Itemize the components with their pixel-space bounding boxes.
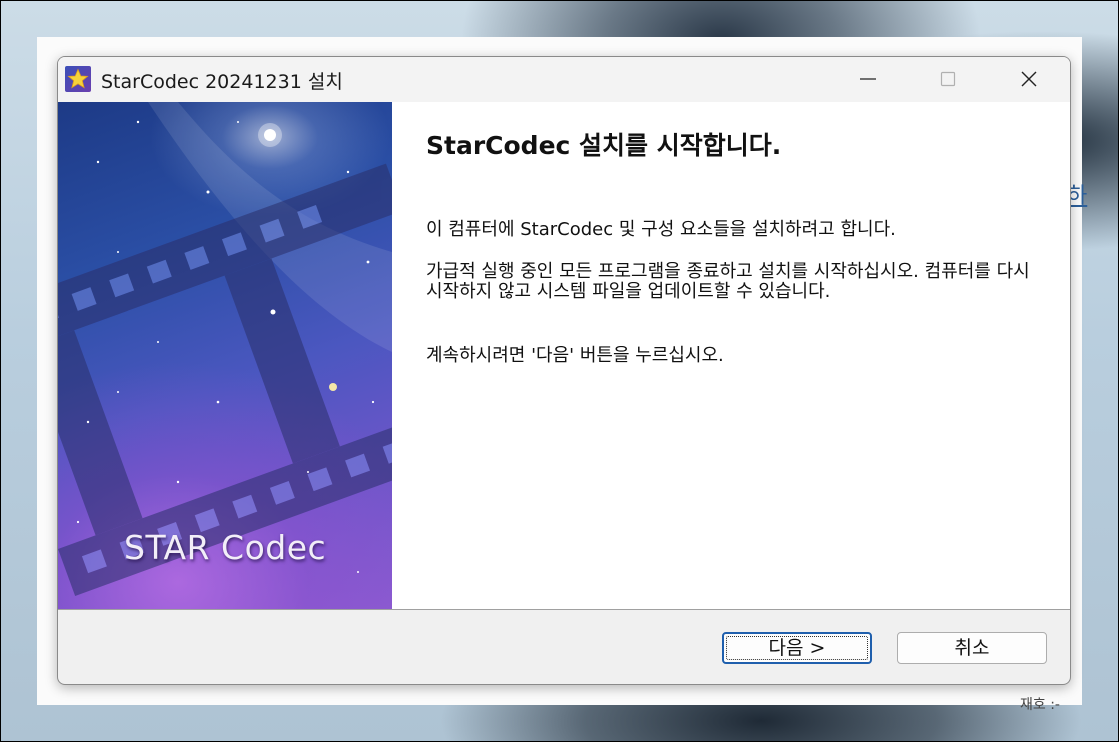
cancel-button-label: 취소 xyxy=(954,637,990,659)
cancel-button[interactable]: 취소 xyxy=(897,632,1047,664)
instruction-paragraph: 가급적 실행 중인 모든 프로그램을 종료하고 설치를 시작하십시오. 컴퓨터를… xyxy=(426,261,1030,302)
installer-window: StarCodec 20241231 설치 STAR Codec StarCod… xyxy=(57,56,1071,685)
background-bottom-text: 재호 :- xyxy=(1020,697,1060,713)
minimize-icon xyxy=(860,78,876,80)
focus-ring xyxy=(726,636,868,660)
page-heading: StarCodec 설치를 시작합니다. xyxy=(426,131,782,160)
next-button[interactable]: 다음 > xyxy=(722,632,872,664)
intro-paragraph: 이 컴퓨터에 StarCodec 및 구성 요소들을 설치하려고 합니다. xyxy=(426,219,896,240)
footer-divider xyxy=(58,609,1070,610)
close-icon xyxy=(1021,71,1037,87)
maximize-icon xyxy=(940,71,956,87)
banner-logo-text: STAR Codec xyxy=(124,528,327,567)
star-icon xyxy=(65,66,91,92)
installer-banner-image: STAR Codec xyxy=(58,102,392,609)
close-button[interactable] xyxy=(994,57,1064,102)
continue-paragraph: 계속하시려면 '다음' 버튼을 누르십시오. xyxy=(426,345,724,366)
minimize-button[interactable] xyxy=(833,57,903,102)
welcome-content: StarCodec 설치를 시작합니다. 이 컴퓨터에 StarCodec 및 … xyxy=(392,102,1070,609)
maximize-button[interactable] xyxy=(913,57,983,102)
window-title: StarCodec 20241231 설치 xyxy=(101,71,343,93)
title-bar[interactable]: StarCodec 20241231 설치 xyxy=(58,57,1070,102)
